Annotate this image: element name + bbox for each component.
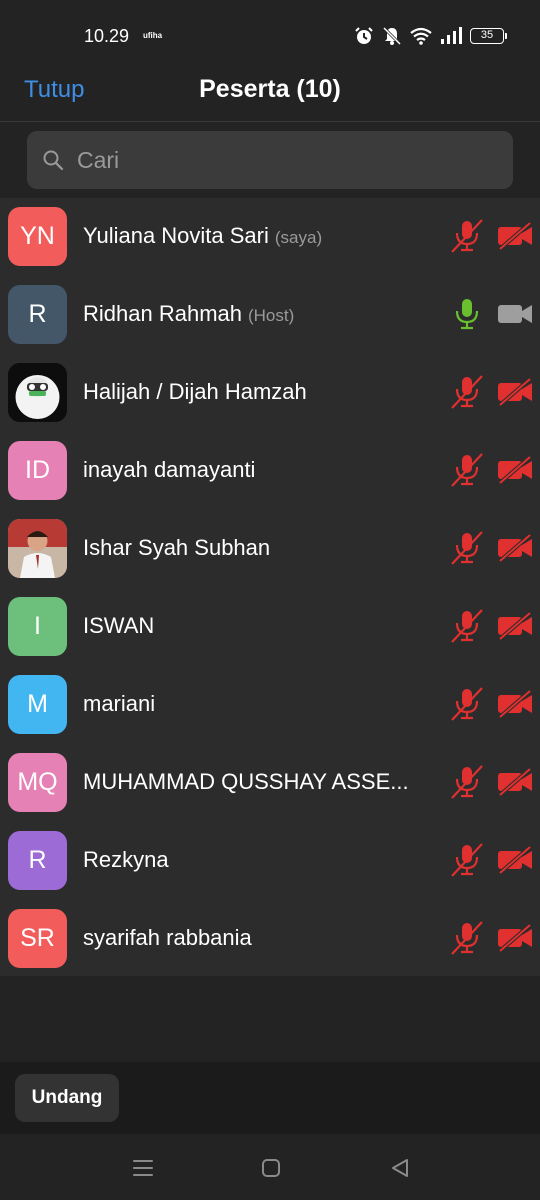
participant-name-text: ISWAN xyxy=(83,613,155,638)
participant-name-text: Ishar Syah Subhan xyxy=(83,535,271,560)
participant-row[interactable]: R Rezkyna xyxy=(0,822,540,900)
bottom-bar: Undang xyxy=(0,1062,540,1134)
invite-button[interactable]: Undang xyxy=(15,1074,119,1122)
mic-muted-icon[interactable] xyxy=(450,452,484,488)
status-time: 10.29 xyxy=(84,26,130,46)
participant-row[interactable]: Halijah / Dijah Hamzah xyxy=(0,354,540,432)
avatar: YN xyxy=(8,207,67,266)
search-input[interactable] xyxy=(77,146,477,174)
avatar: R xyxy=(8,285,67,344)
participant-name: Halijah / Dijah Hamzah xyxy=(83,379,307,405)
mic-on-icon[interactable] xyxy=(450,296,484,332)
navigation-bar xyxy=(0,1134,540,1200)
mic-muted-icon[interactable] xyxy=(450,842,484,878)
back-icon[interactable] xyxy=(386,1154,414,1182)
mute-icon xyxy=(382,26,402,46)
mic-muted-icon[interactable] xyxy=(450,920,484,956)
mic-muted-icon[interactable] xyxy=(450,764,484,800)
avatar: R xyxy=(8,831,67,890)
video-off-icon[interactable] xyxy=(496,767,534,797)
participant-row[interactable]: Mmariani xyxy=(0,666,540,744)
participant-row[interactable]: R Ridhan Rahmah (Host) xyxy=(0,276,540,354)
participant-name: MUHAMMAD QUSSHAY ASSE... xyxy=(83,769,409,795)
participant-name: inayah damayanti xyxy=(83,457,255,483)
video-off-icon[interactable] xyxy=(496,533,534,563)
status-icons: 35 xyxy=(354,24,507,48)
avatar: SR xyxy=(8,909,67,968)
participant-name: mariani xyxy=(83,691,155,717)
video-stopped-icon[interactable] xyxy=(496,300,534,328)
carrier-mark: ufiha xyxy=(143,31,163,40)
list-empty-area xyxy=(0,976,540,1062)
avatar: ID xyxy=(8,441,67,500)
participant-name-text: Yuliana Novita Sari xyxy=(83,223,269,248)
participant-row[interactable]: ID inayah damayanti xyxy=(0,432,540,510)
video-off-icon[interactable] xyxy=(496,845,534,875)
participant-list: YN Yuliana Novita Sari (saya) R Ridhan Rahma… xyxy=(0,198,540,976)
search-bar[interactable] xyxy=(27,131,513,189)
participant-row[interactable]: Ishar Syah Subhan xyxy=(0,510,540,588)
video-off-icon[interactable] xyxy=(496,377,534,407)
mic-muted-icon[interactable] xyxy=(450,608,484,644)
avatar xyxy=(8,519,67,578)
participant-role-tag: (saya) xyxy=(274,228,323,247)
mic-muted-icon[interactable] xyxy=(450,530,484,566)
mic-muted-icon[interactable] xyxy=(450,218,484,254)
battery-icon: 35 xyxy=(470,28,507,44)
page-title: Peserta (10) xyxy=(199,75,341,103)
avatar: M xyxy=(8,675,67,734)
avatar xyxy=(8,363,67,422)
participant-name-text: mariani xyxy=(83,691,156,716)
home-icon[interactable] xyxy=(257,1154,285,1182)
participant-name: Ridhan Rahmah (Host) xyxy=(83,301,294,327)
participant-name-text: Ridhan Rahmah xyxy=(83,301,242,326)
video-off-icon[interactable] xyxy=(496,689,534,719)
participant-row[interactable]: YN Yuliana Novita Sari (saya) xyxy=(0,198,540,276)
video-off-icon[interactable] xyxy=(496,221,534,251)
alarm-icon xyxy=(355,27,373,44)
signal-icon xyxy=(441,27,462,44)
status-bar: 10.29 ufiha 35 xyxy=(0,0,540,70)
participant-row[interactable]: MQ MUHAMMAD QUSSHAY ASSE... xyxy=(0,744,540,822)
participant-name: syarifah rabbania xyxy=(83,925,252,951)
video-off-icon[interactable] xyxy=(496,923,534,953)
participant-role-tag: (Host) xyxy=(247,306,295,325)
video-off-icon[interactable] xyxy=(496,455,534,485)
participant-name: ISWAN xyxy=(83,613,154,639)
header: Tutup Peserta (10) xyxy=(0,70,540,122)
video-off-icon[interactable] xyxy=(496,611,534,641)
avatar: MQ xyxy=(8,753,67,812)
participant-name-text: inayah damayanti xyxy=(83,457,256,482)
participant-name-text: Rezkyna xyxy=(83,847,169,872)
participant-name: Yuliana Novita Sari (saya) xyxy=(83,223,322,249)
participant-row[interactable]: SR syarifah rabbania xyxy=(0,900,540,978)
avatar: I xyxy=(8,597,67,656)
participant-name-text: MUHAMMAD QUSSHAY ASSE... xyxy=(83,769,409,794)
participant-row[interactable]: I ISWAN xyxy=(0,588,540,666)
wifi-icon xyxy=(410,27,432,45)
participant-name-text: syarifah rabbania xyxy=(83,925,252,950)
participant-name-text: Halijah / Dijah Hamzah xyxy=(83,379,307,404)
participant-name: Ishar Syah Subhan xyxy=(83,535,270,561)
participant-name: Rezkyna xyxy=(83,847,169,873)
mic-muted-icon[interactable] xyxy=(450,686,484,722)
mic-muted-icon[interactable] xyxy=(450,374,484,410)
menu-icon[interactable] xyxy=(129,1154,157,1182)
search-icon xyxy=(43,150,64,171)
